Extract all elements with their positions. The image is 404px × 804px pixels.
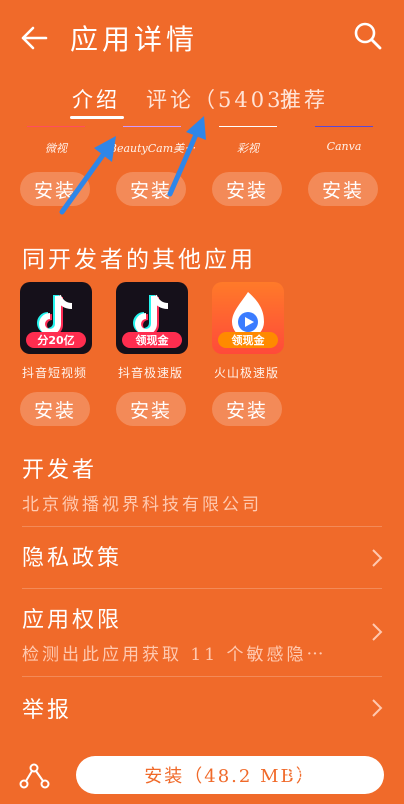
divider (22, 588, 382, 589)
chevron-right-icon (372, 549, 383, 567)
similar-app[interactable]: Canva (296, 126, 392, 153)
search-icon[interactable] (348, 16, 388, 56)
huoshan-icon[interactable]: 领现金 (212, 282, 284, 354)
icon-badge: 领现金 (122, 332, 182, 348)
app-icon-edge (27, 126, 85, 127)
tiktok-icon[interactable]: 分20亿 (20, 282, 92, 354)
developer-label: 开发者 (22, 458, 98, 483)
install-button[interactable]: 安装 (116, 392, 186, 426)
app-permissions-row[interactable]: 应用权限 检测出此应用获取 11 个敏感隐⋯ (0, 592, 404, 672)
privacy-policy-label: 隐私政策 (22, 546, 123, 571)
tab-intro[interactable]: 介绍 (72, 84, 120, 114)
active-tab-indicator (70, 116, 124, 119)
developer-row: 开发者 北京微播视界科技有限公司 (0, 448, 404, 524)
header: 应用详情 (0, 0, 404, 72)
app-name: 火山极速版 (214, 366, 280, 380)
report-label: 举报 (22, 698, 73, 723)
tiktok-lite-icon[interactable]: 领现金 (116, 282, 188, 354)
section-title-developer-apps: 同开发者的其他应用 (22, 247, 256, 273)
icon-badge: 分20亿 (26, 332, 86, 348)
app-icon-edge (315, 126, 373, 127)
app-name: 抖音短视频 (22, 366, 88, 380)
install-button[interactable]: 安装 (212, 172, 282, 206)
share-icon[interactable] (18, 760, 50, 792)
annotation-arrow-icon (59, 136, 116, 215)
chevron-right-icon (372, 699, 383, 717)
page-title: 应用详情 (70, 23, 199, 56)
privacy-policy-row[interactable]: 隐私政策 (0, 528, 404, 586)
divider (22, 526, 382, 527)
app-name: 抖音极速版 (118, 366, 184, 380)
install-button[interactable]: 安装 (212, 392, 282, 426)
annotation-arrow-icon (167, 116, 206, 197)
app-icon-edge (219, 126, 277, 127)
chevron-right-icon (372, 623, 383, 641)
baidu-watermark: Baidu 经验 (286, 764, 364, 782)
report-row[interactable]: 举报 (0, 680, 404, 736)
install-button[interactable]: 安装 (308, 172, 378, 206)
tab-recommend[interactable]: 推荐 (280, 84, 328, 114)
app-permissions-label: 应用权限 (22, 608, 123, 633)
app-permissions-summary: 检测出此应用获取 11 个敏感隐⋯ (22, 645, 327, 665)
install-button[interactable]: 安装 (20, 392, 90, 426)
divider (22, 676, 382, 677)
developer-name: 北京微播视界科技有限公司 (22, 495, 262, 515)
icon-badge: 领现金 (218, 332, 278, 348)
app-name: Canva (326, 140, 362, 153)
back-arrow-icon[interactable] (14, 18, 54, 58)
